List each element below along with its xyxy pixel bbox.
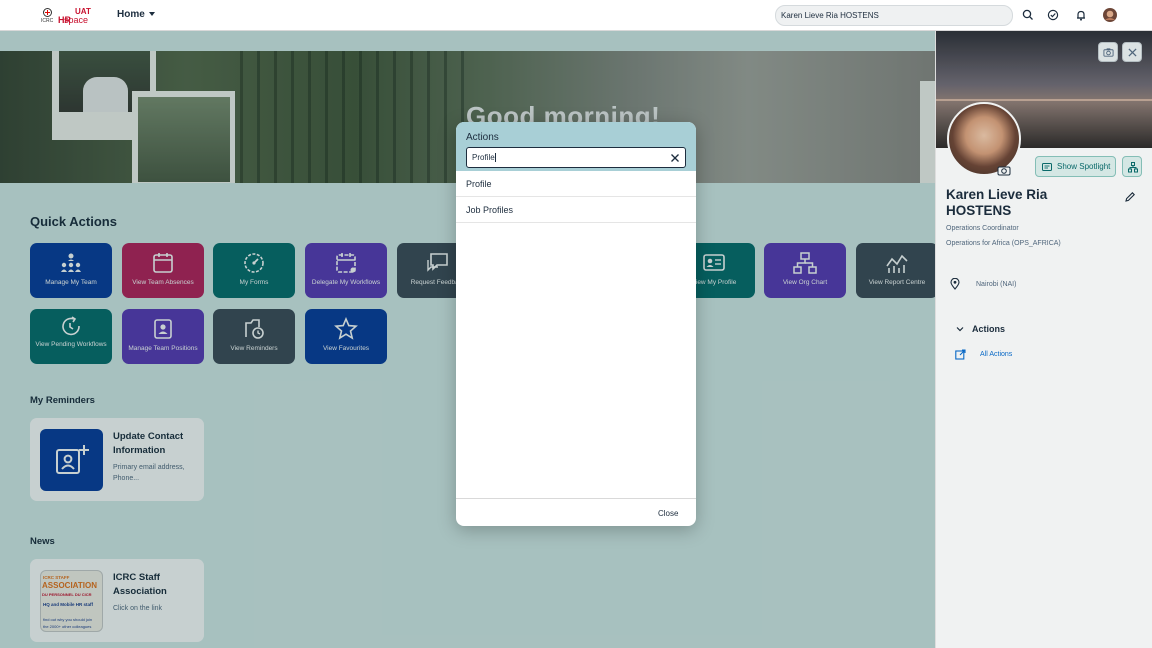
logo-icrc-text: ICRC [41, 18, 54, 24]
panel-backdrop [936, 31, 1152, 648]
home-menu-button[interactable]: Home [117, 9, 155, 20]
user-avatar-icon[interactable] [1102, 7, 1118, 23]
shell-bar: ICRC HR UAT space Home Karen Lieve Ria H… [0, 0, 1152, 31]
dialog-footer: Close [456, 498, 696, 526]
bell-icon[interactable] [1073, 7, 1089, 23]
dialog-header: Actions Profile [456, 122, 696, 171]
global-search-input[interactable]: Karen Lieve Ria HOSTENS [775, 5, 1013, 26]
red-cross-icon [43, 8, 52, 17]
profile-side-panel: Show Spotlight Karen Lieve Ria HOSTENS O… [935, 31, 1152, 648]
dialog-title: Actions [466, 132, 499, 143]
actions-result-list: Profile Job Profiles [456, 171, 696, 223]
result-item-profile[interactable]: Profile [456, 171, 696, 197]
task-check-icon[interactable] [1045, 7, 1061, 23]
dialog-close-button[interactable]: Close [658, 509, 678, 518]
result-item-job-profiles[interactable]: Job Profiles [456, 197, 696, 223]
logo-space-text: space [64, 15, 89, 25]
actions-search-value: Profile [472, 153, 495, 162]
actions-search-dialog: Actions Profile Profile Job Profiles Clo… [456, 122, 696, 526]
search-icon[interactable] [1020, 7, 1036, 23]
home-menu-label: Home [117, 9, 145, 20]
actions-search-input[interactable]: Profile [466, 147, 686, 168]
clear-search-icon[interactable] [669, 152, 681, 164]
icrc-hrspace-logo[interactable]: ICRC HR UAT space [38, 6, 94, 26]
text-cursor [494, 153, 496, 163]
caret-down-icon [148, 12, 155, 17]
